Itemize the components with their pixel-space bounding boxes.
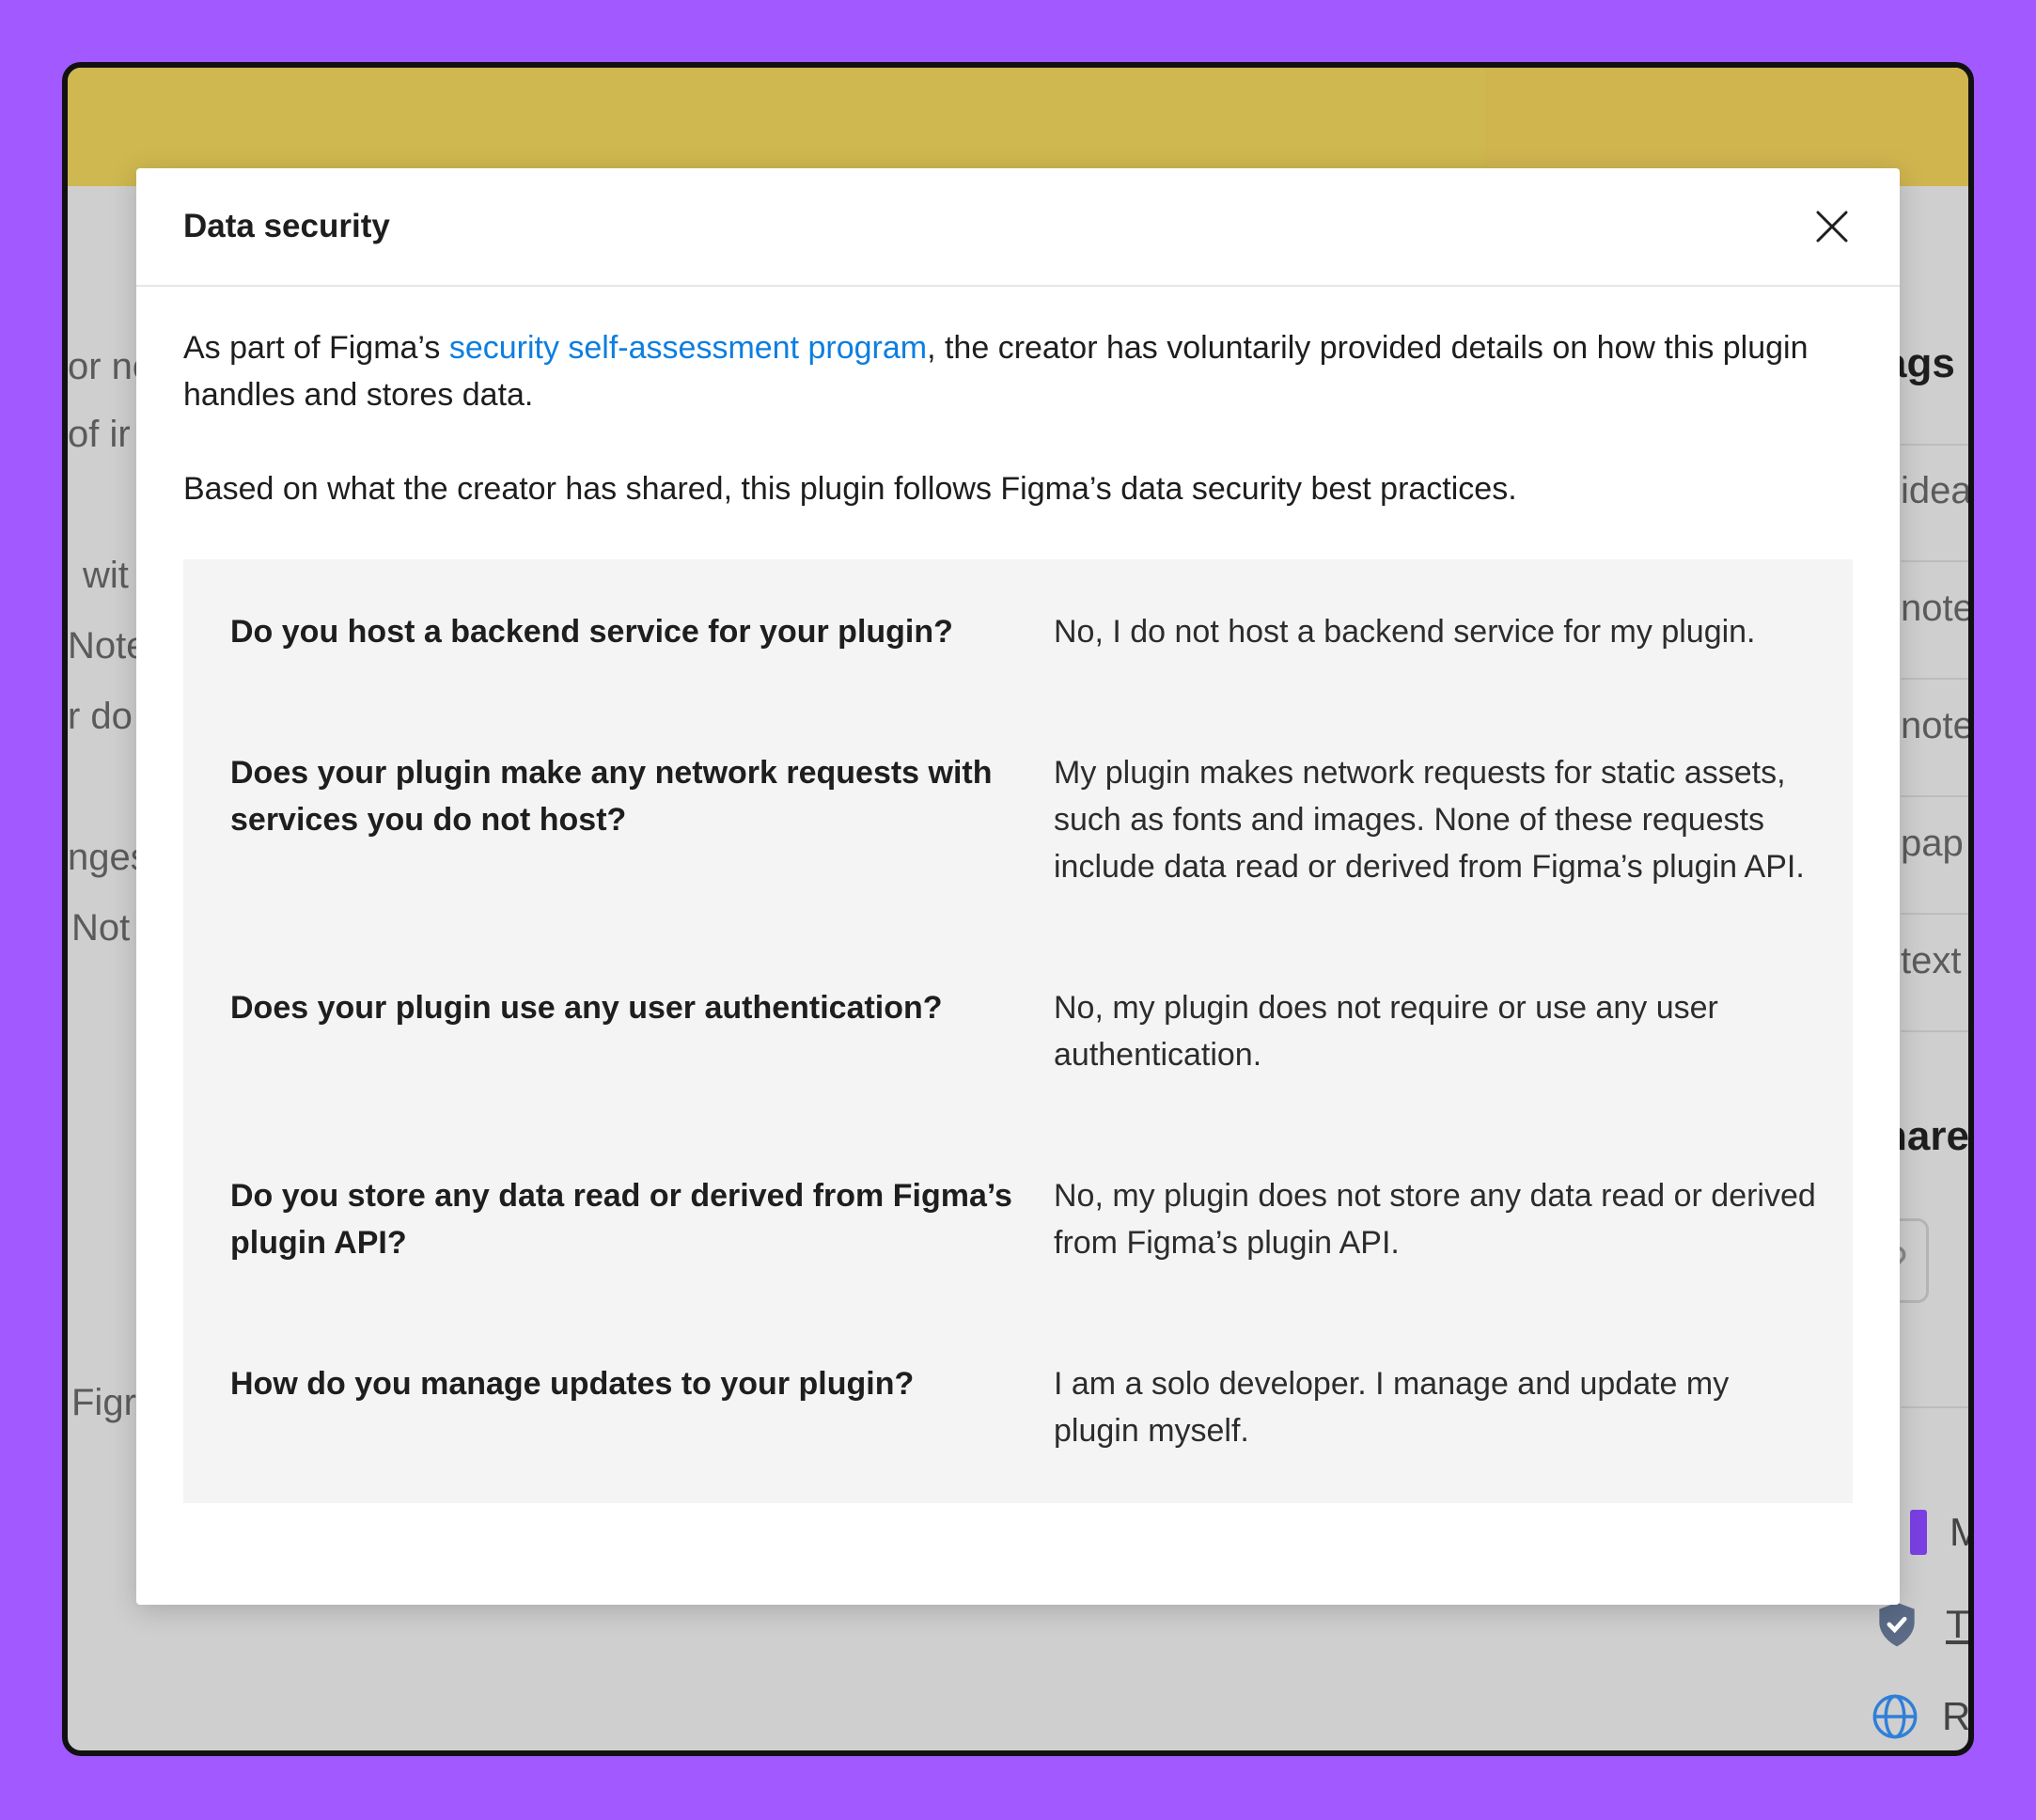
bg-footer-link[interactable]: Tr — [1946, 1602, 1968, 1647]
close-icon — [1816, 211, 1848, 243]
intro-text: As part of Figma’s security self-assessm… — [183, 324, 1853, 418]
dialog-body: As part of Figma’s security self-assessm… — [136, 287, 1900, 1503]
app-color-icon — [1910, 1510, 1927, 1555]
bg-text: Note — [68, 625, 148, 667]
summary-text: Based on what the creator has shared, th… — [183, 471, 1517, 507]
qa-row: Do you store any data read or derived fr… — [230, 1172, 1819, 1266]
bg-text: of ir — [68, 414, 131, 455]
bg-text: wit — [83, 555, 129, 596]
globe-icon — [1872, 1694, 1918, 1739]
intro-prefix: As part of Figma’s — [183, 330, 449, 366]
qa-answer: No, my plugin does not require or use an… — [1054, 990, 1718, 1073]
qa-row: How do you manage updates to your plugin… — [230, 1360, 1819, 1454]
bg-text: Figr — [71, 1382, 136, 1423]
bg-text: Not — [71, 907, 131, 949]
qa-question: Does your plugin make any network reques… — [230, 755, 993, 838]
bg-tag-item: idea — [1901, 470, 1972, 511]
bg-tag-item: note — [1901, 705, 1974, 746]
qa-row: Do you host a backend service for your p… — [230, 608, 1819, 655]
dialog-title: Data security — [183, 208, 390, 244]
qa-list: Do you host a backend service for your p… — [183, 559, 1853, 1503]
security-program-link[interactable]: security self-assessment program — [449, 330, 927, 366]
qa-question: Do you store any data read or derived fr… — [230, 1178, 1012, 1261]
qa-answer: My plugin makes network requests for sta… — [1054, 755, 1805, 885]
dialog-header: Data security — [136, 168, 1900, 287]
bg-tag-item: text — [1901, 940, 1962, 981]
bg-text: r do — [68, 696, 133, 737]
data-security-dialog: Data security As part of Figma’s securit… — [136, 168, 1900, 1605]
qa-answer: No, my plugin does not store any data re… — [1054, 1178, 1816, 1261]
shield-check-icon — [1879, 1602, 1915, 1647]
qa-row: Does your plugin use any user authentica… — [230, 984, 1819, 1078]
close-button[interactable] — [1806, 200, 1858, 253]
qa-question: Do you host a backend service for your p… — [230, 614, 953, 650]
qa-answer: I am a solo developer. I manage and upda… — [1054, 1366, 1730, 1449]
bg-footer-item: M — [1950, 1510, 1968, 1555]
bg-footer-item: Re — [1942, 1694, 1971, 1738]
qa-row: Does your plugin make any network reques… — [230, 749, 1819, 890]
bg-tag-item: note — [1901, 588, 1974, 629]
bg-tag-item: pap — [1901, 823, 1964, 864]
qa-answer: No, I do not host a backend service for … — [1054, 614, 1756, 650]
qa-question: How do you manage updates to your plugin… — [230, 1366, 915, 1402]
qa-question: Does your plugin use any user authentica… — [230, 990, 943, 1026]
